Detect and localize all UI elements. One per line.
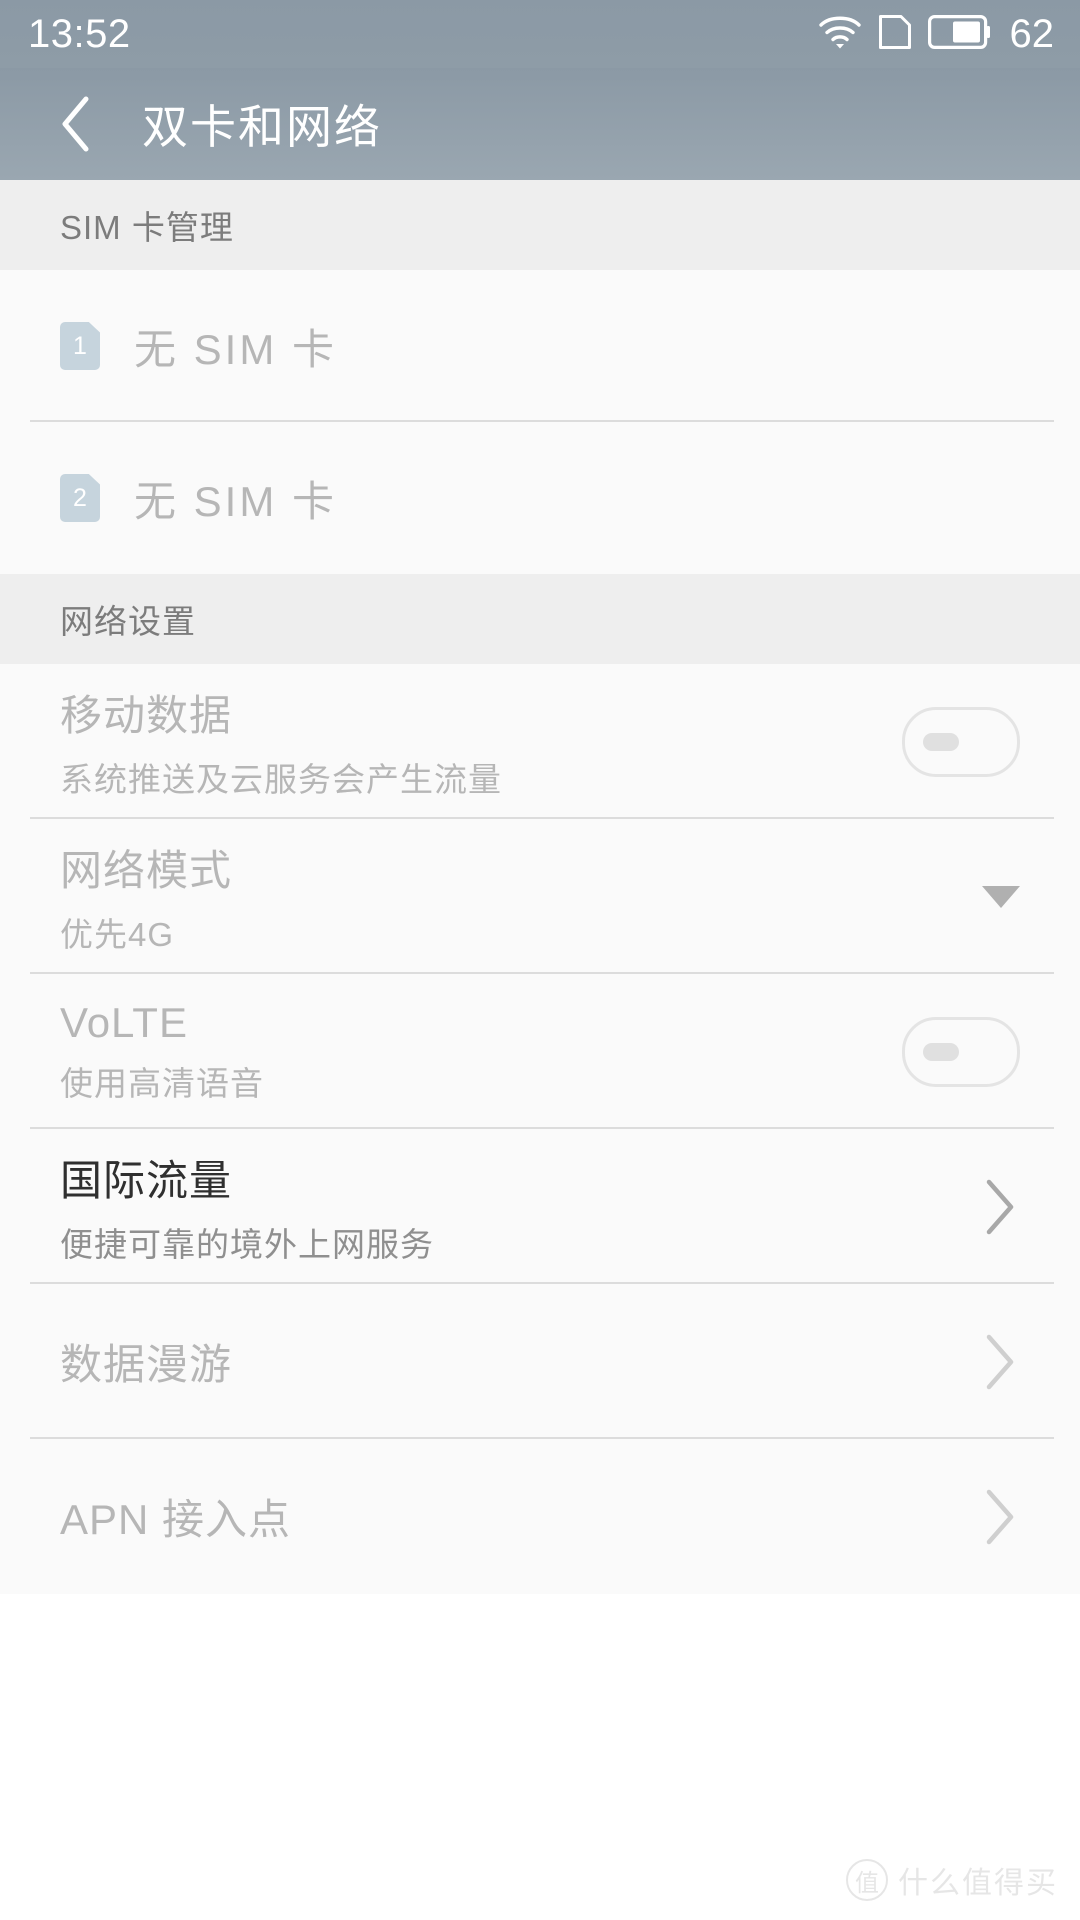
row-label-group: 移动数据 系统推送及云服务会产生流量 xyxy=(60,682,502,801)
chevron-down-icon[interactable] xyxy=(982,885,1020,908)
page-title: 双卡和网络 xyxy=(142,101,382,153)
back-button[interactable] xyxy=(44,93,106,155)
section-header-sim-management: SIM 卡管理 xyxy=(0,180,1080,270)
row-title: 国际流量 xyxy=(60,1157,233,1204)
battery-percent-label: 62 xyxy=(1009,12,1055,56)
toggle-knob xyxy=(923,732,959,751)
wifi-icon xyxy=(818,14,862,55)
row-title: 移动数据 xyxy=(60,692,233,739)
settings-list: SIM 卡管理 1 无 SIM 卡 2 无 SIM 卡 网络设置 移动数据 系统… xyxy=(0,180,1080,1594)
chevron-right-icon[interactable] xyxy=(980,1331,1020,1393)
row-label-group: 网络模式 优先4G xyxy=(60,837,232,956)
chevron-right-icon[interactable] xyxy=(980,1486,1020,1548)
watermark: 值 什么值得买 xyxy=(846,1858,1058,1902)
sim-slot-badge-icon: 2 xyxy=(60,474,100,522)
status-bar: 13:52 62 xyxy=(0,0,1080,68)
battery-icon xyxy=(927,14,990,54)
volte-toggle[interactable] xyxy=(902,1016,1020,1087)
sim-status-label: 无 SIM 卡 xyxy=(134,477,338,525)
row-apn[interactable]: APN 接入点 xyxy=(0,1439,1080,1594)
app-title-bar: 双卡和网络 xyxy=(0,68,1080,180)
row-sim-1[interactable]: 1 无 SIM 卡 xyxy=(0,270,1080,422)
row-label-group: VoLTE 使用高清语音 xyxy=(60,999,264,1105)
mobile-data-toggle[interactable] xyxy=(902,706,1020,777)
sim-card-icon xyxy=(878,14,912,55)
row-subtitle: 便捷可靠的境外上网服务 xyxy=(60,1226,434,1263)
row-title: VoLTE xyxy=(60,998,188,1046)
row-label-group: 国际流量 便捷可靠的境外上网服务 xyxy=(60,1147,434,1266)
chevron-right-icon[interactable] xyxy=(980,1176,1020,1238)
sim-row-content: 1 无 SIM 卡 xyxy=(60,270,337,422)
row-sim-2[interactable]: 2 无 SIM 卡 xyxy=(0,422,1080,574)
row-network-mode[interactable]: 网络模式 优先4G xyxy=(0,819,1080,974)
sim-row-content: 2 无 SIM 卡 xyxy=(60,422,337,574)
row-title: APN 接入点 xyxy=(60,1496,292,1543)
row-international-data[interactable]: 国际流量 便捷可靠的境外上网服务 xyxy=(0,1129,1080,1284)
row-label-group: APN 接入点 xyxy=(60,1486,291,1547)
row-mobile-data[interactable]: 移动数据 系统推送及云服务会产生流量 xyxy=(0,664,1080,819)
row-subtitle: 系统推送及云服务会产生流量 xyxy=(60,761,502,798)
row-subtitle: 使用高清语音 xyxy=(60,1064,264,1102)
row-title: 网络模式 xyxy=(60,847,233,894)
sim-status-label: 无 SIM 卡 xyxy=(134,325,338,373)
status-bar-clock: 13:52 xyxy=(28,12,131,56)
status-bar-icons: 62 xyxy=(818,12,1055,56)
row-data-roaming[interactable]: 数据漫游 xyxy=(0,1284,1080,1439)
sim-slot-badge-icon: 1 xyxy=(60,322,100,370)
watermark-text: 什么值得买 xyxy=(898,1867,1058,1900)
row-subtitle: 优先4G xyxy=(60,916,175,953)
section-header-network-settings: 网络设置 xyxy=(0,574,1080,664)
row-title: 数据漫游 xyxy=(60,1341,233,1388)
row-label-group: 数据漫游 xyxy=(60,1331,232,1392)
row-volte[interactable]: VoLTE 使用高清语音 xyxy=(0,974,1080,1129)
toggle-knob xyxy=(923,1042,959,1061)
watermark-badge-icon: 值 xyxy=(846,1859,888,1901)
